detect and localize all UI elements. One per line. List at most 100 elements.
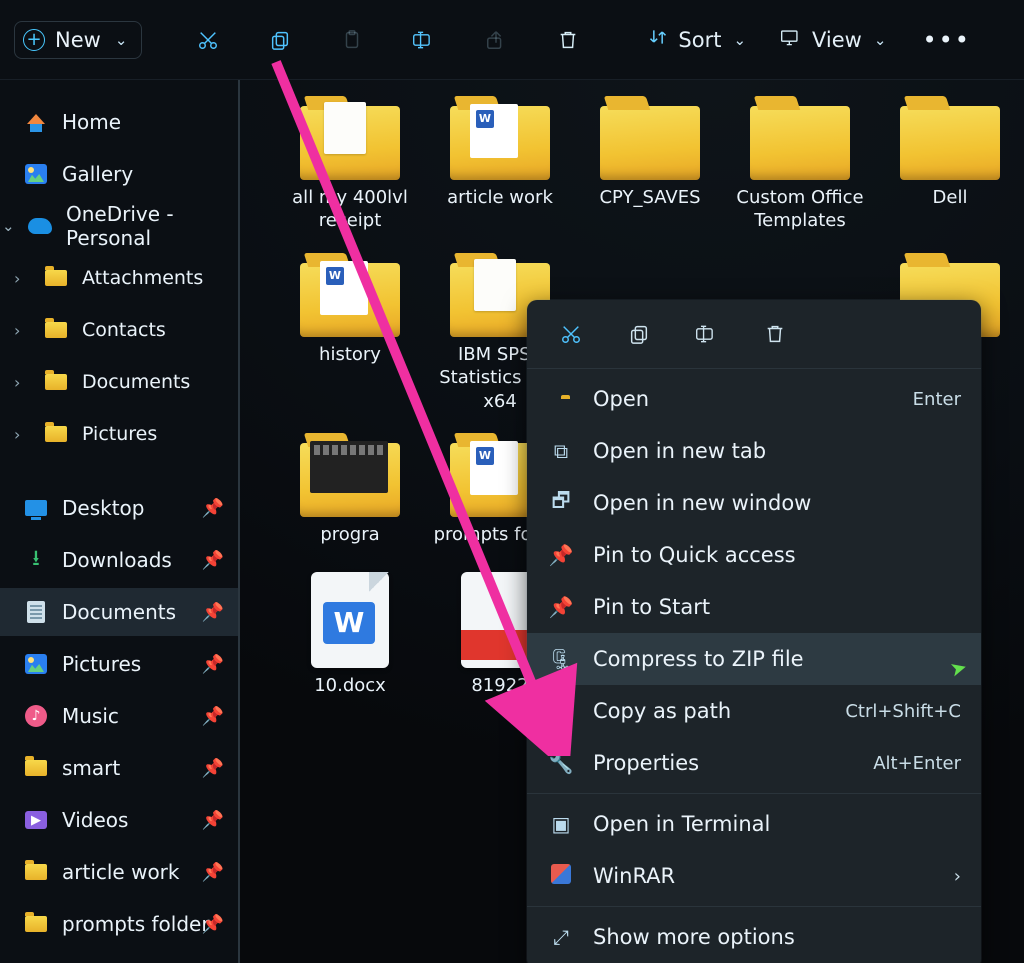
ctx-winrar[interactable]: WinRAR › (527, 850, 981, 902)
sidebar-item-pictures[interactable]: Pictures 📌 (0, 640, 238, 688)
rename-icon[interactable] (685, 314, 729, 354)
sidebar-item-attachments[interactable]: › Attachments (0, 254, 238, 302)
ctx-label: Compress to ZIP file (593, 647, 804, 671)
sidebar-item-prompts-folder[interactable]: prompts folder 📌 (0, 900, 238, 948)
file-item[interactable]: Custom Office Templates (726, 102, 874, 233)
ctx-label: Open in new window (593, 491, 811, 515)
file-item[interactable]: CPY_SAVES (576, 102, 724, 233)
ctx-compress-zip[interactable]: 🗜 Compress to ZIP file (527, 633, 981, 685)
chevron-down-icon: ⌄ (874, 31, 887, 49)
documents-icon (24, 600, 48, 624)
chevron-down-icon: ⌄ (115, 31, 128, 49)
music-icon: ♪ (24, 704, 48, 728)
ctx-pin-start[interactable]: 📌 Pin to Start (527, 581, 981, 633)
sidebar-item-label: Music (62, 704, 119, 728)
chevron-down-icon: ⌄ (2, 217, 15, 235)
pictures-icon (24, 652, 48, 676)
sidebar-item-contacts[interactable]: › Contacts (0, 306, 238, 354)
ctx-show-more[interactable]: ⤢ Show more options (527, 911, 981, 963)
sidebar-item-downloads[interactable]: ⭳ Downloads 📌 (0, 536, 238, 584)
sidebar-item-gallery[interactable]: Gallery (0, 150, 238, 198)
file-name: history (319, 343, 381, 366)
pin-icon: 📌 (202, 654, 224, 675)
ctx-open-terminal[interactable]: ▣ Open in Terminal (527, 798, 981, 850)
share-icon[interactable] (474, 18, 518, 62)
file-item[interactable]: progra (276, 439, 424, 546)
folder-icon (900, 106, 1000, 180)
sidebar-item-onedrive[interactable]: ⌄ OneDrive - Personal (0, 202, 238, 250)
clipboard-group (186, 18, 590, 62)
properties-icon: 🔧 (547, 751, 575, 775)
docx-icon: W (311, 572, 389, 668)
copy-icon[interactable] (258, 18, 302, 62)
terminal-icon: ▣ (547, 812, 575, 836)
delete-icon[interactable] (546, 18, 590, 62)
sidebar-item-documents[interactable]: Documents 📌 (0, 588, 238, 636)
command-bar: + New ⌄ Sort ⌄ View (0, 0, 1024, 80)
sidebar-item-label: Pictures (62, 652, 141, 676)
new-button[interactable]: + New ⌄ (14, 21, 142, 59)
file-item[interactable]: all my 400lvl receipt (276, 102, 424, 233)
ctx-open[interactable]: Open Enter (527, 373, 981, 425)
ctx-open-new-window[interactable]: 🗗 Open in new window (527, 477, 981, 529)
sidebar-item-label: article work (62, 860, 180, 884)
folder-icon: W (300, 263, 400, 337)
paste-icon[interactable] (330, 18, 374, 62)
chevron-down-icon: ⌄ (733, 31, 746, 49)
sidebar-item-pictures-od[interactable]: › Pictures (0, 410, 238, 458)
gallery-icon (24, 162, 48, 186)
sidebar-item-videos[interactable]: ▶ Videos 📌 (0, 796, 238, 844)
ctx-label: Open in new tab (593, 439, 766, 463)
pin-icon: 📌 (202, 758, 224, 779)
sidebar-item-home[interactable]: Home (0, 98, 238, 146)
file-name: 10.docx (314, 674, 386, 697)
pin-icon: 📌 (202, 810, 224, 831)
separator (527, 906, 981, 907)
plus-circle-icon: + (23, 29, 45, 51)
sidebar-item-music[interactable]: ♪ Music 📌 (0, 692, 238, 740)
delete-icon[interactable] (753, 314, 797, 354)
file-item[interactable]: W history (276, 259, 424, 413)
pin-icon: 📌 (202, 602, 224, 623)
sidebar-item-article-work[interactable]: article work 📌 (0, 848, 238, 896)
pin-icon: 📌 (202, 914, 224, 935)
chevron-right-icon: › (14, 425, 20, 444)
chevron-right-icon: › (14, 321, 20, 340)
shortcut: Enter (913, 389, 961, 410)
file-item[interactable]: W 10.docx (276, 572, 424, 697)
sidebar-item-label: Videos (62, 808, 128, 832)
sort-button[interactable]: Sort ⌄ (640, 23, 754, 56)
ctx-copy-as-path[interactable]: ⎘ Copy as path Ctrl+Shift+C (527, 685, 981, 737)
sidebar-item-desktop[interactable]: Desktop 📌 (0, 484, 238, 532)
cut-icon[interactable] (549, 314, 593, 354)
ctx-pin-quick-access[interactable]: 📌 Pin to Quick access (527, 529, 981, 581)
more-icon[interactable]: ••• (912, 26, 980, 54)
ctx-label: Copy as path (593, 699, 731, 723)
ctx-label: Properties (593, 751, 699, 775)
context-menu-toolbar (527, 310, 981, 364)
zip-icon: 🗜 (547, 647, 575, 671)
sidebar-item-label: Desktop (62, 496, 144, 520)
ctx-properties[interactable]: 🔧 Properties Alt+Enter (527, 737, 981, 789)
ctx-label: Show more options (593, 925, 795, 949)
sidebar-item-smart[interactable]: smart 📌 (0, 744, 238, 792)
copy-path-icon: ⎘ (547, 699, 575, 723)
ctx-label: Pin to Quick access (593, 543, 796, 567)
shortcut: Alt+Enter (873, 753, 961, 774)
view-button[interactable]: View ⌄ (772, 23, 894, 56)
file-item[interactable]: Dell (876, 102, 1024, 233)
pin-icon: 📌 (547, 595, 575, 619)
folder-icon (44, 266, 68, 290)
ctx-label: WinRAR (593, 864, 675, 888)
ctx-open-new-tab[interactable]: ⧉ Open in new tab (527, 425, 981, 477)
sidebar-item-documents-od[interactable]: › Documents (0, 358, 238, 406)
file-item[interactable]: W article work (426, 102, 574, 233)
copy-icon[interactable] (617, 314, 661, 354)
onedrive-icon (28, 214, 52, 238)
sidebar-item-label: prompts folder (62, 912, 210, 936)
desktop-icon (24, 496, 48, 520)
folder-icon: W (450, 106, 550, 180)
cut-icon[interactable] (186, 18, 230, 62)
pin-icon: 📌 (202, 498, 224, 519)
rename-icon[interactable] (402, 18, 446, 62)
